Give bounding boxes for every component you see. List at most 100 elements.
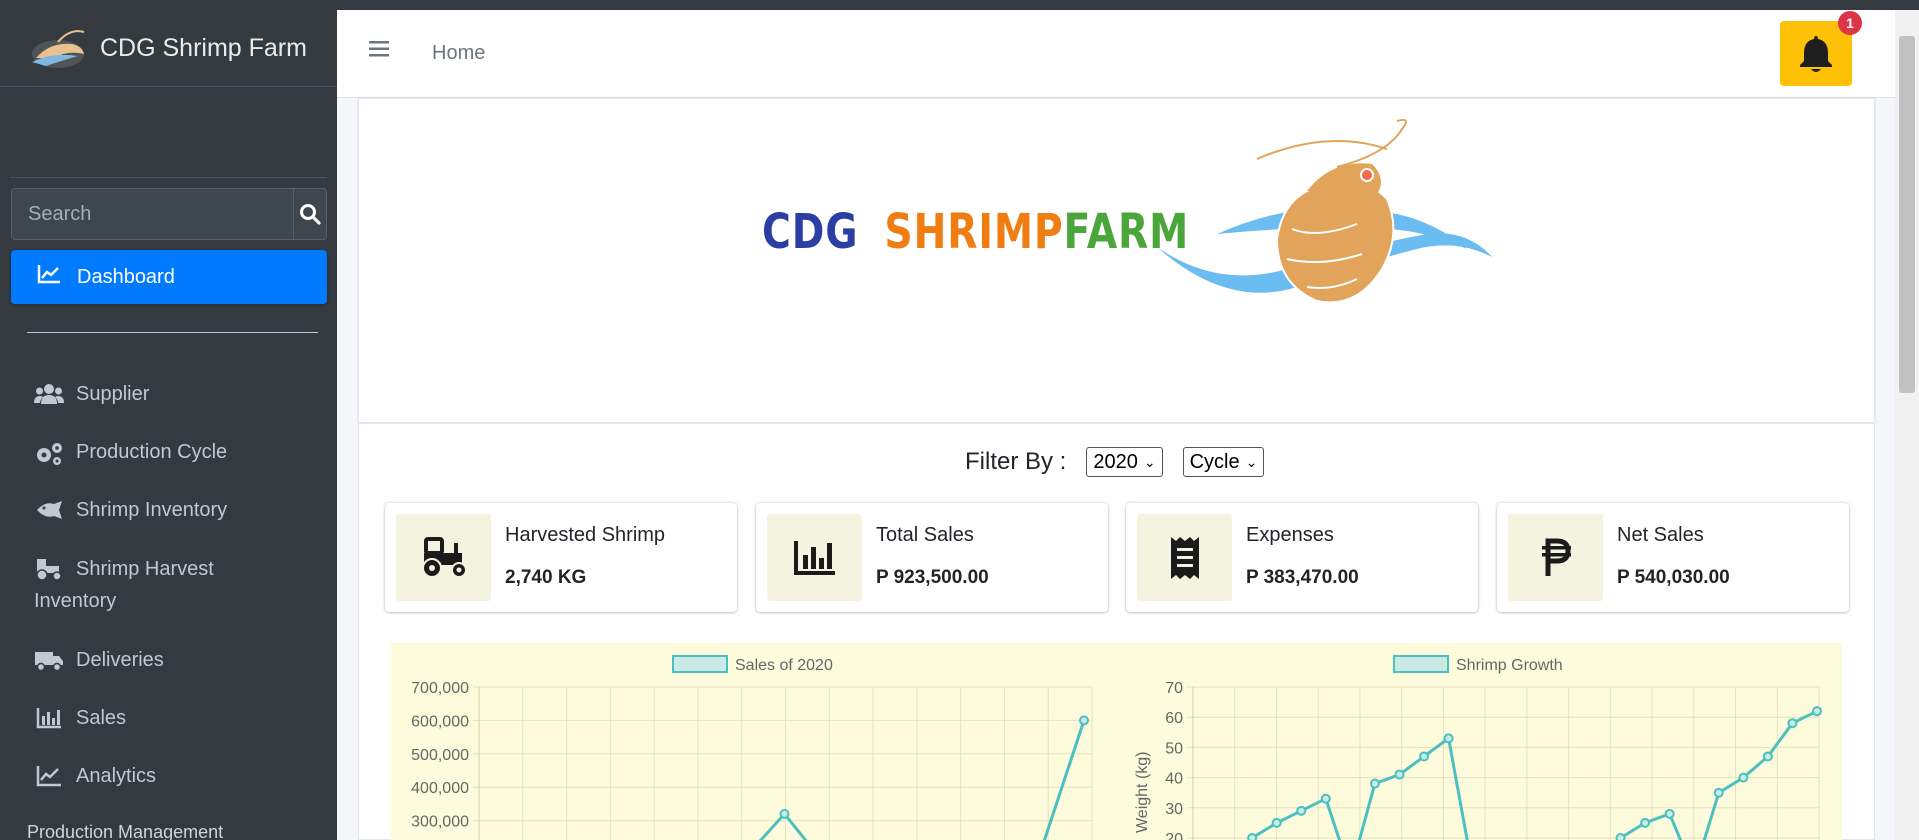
sidebar-item-sales[interactable]: Sales <box>34 707 126 730</box>
data-point <box>1296 805 1307 816</box>
y-tick-label: 300,000 <box>411 814 469 831</box>
home-link[interactable]: Home <box>432 42 485 65</box>
sidebar-item-label: Analytics <box>76 765 157 787</box>
data-point <box>1787 718 1798 729</box>
notification-badge: 1 <box>1838 11 1862 35</box>
page-scrollbar[interactable] <box>1895 10 1919 840</box>
sidebar-divider <box>27 332 318 333</box>
brand[interactable]: CDG Shrimp Farm <box>0 10 337 87</box>
year-select[interactable]: 2020 ⌄ <box>1086 447 1163 477</box>
users-icon <box>34 383 64 405</box>
stat-label: Expenses <box>1246 524 1334 546</box>
sidebar-item-dashboard[interactable]: Dashboard <box>11 250 327 304</box>
legend-label: Shrimp Growth <box>1456 657 1563 674</box>
receipt-icon <box>1137 514 1232 601</box>
window-top-bar <box>0 0 1919 10</box>
banner-title: CDG SHRIMPFARM <box>762 204 1189 260</box>
sidebar-item-label: Supplier <box>76 383 150 405</box>
stat-value: P 383,470.00 <box>1246 567 1359 588</box>
y-tick-label: 50 <box>1165 740 1183 757</box>
chevron-down-icon: ⌄ <box>1143 453 1156 470</box>
data-point <box>1615 833 1626 840</box>
year-select-value: 2020 <box>1093 450 1138 473</box>
data-point <box>1320 793 1331 804</box>
sidebar-item-label: Shrimp Harvest Inventory <box>34 558 214 612</box>
data-point <box>1738 772 1749 783</box>
y-tick-label: 400,000 <box>411 780 469 797</box>
data-point <box>1812 706 1822 717</box>
data-point <box>1762 751 1773 762</box>
y-tick-label: 30 <box>1165 801 1183 818</box>
sidebar-item-analytics[interactable]: Analytics <box>34 765 156 788</box>
peso-icon <box>1508 514 1603 601</box>
data-point <box>1079 715 1089 726</box>
data-point <box>1394 769 1405 780</box>
sidebar-item-production-cycle[interactable]: Production Cycle <box>34 441 227 467</box>
menu-icon <box>369 41 389 57</box>
truck-icon <box>34 649 64 671</box>
chart-line-icon <box>37 264 61 290</box>
data-point <box>779 808 790 819</box>
sidebar-item-shrimp-inventory[interactable]: Shrimp Inventory <box>34 499 227 522</box>
search-button[interactable] <box>293 189 326 239</box>
sidebar-item-supplier[interactable]: Supplier <box>34 383 149 406</box>
hamburger-menu-button[interactable] <box>369 40 389 63</box>
chart-line-icon <box>34 765 64 787</box>
series-line <box>758 719 1086 840</box>
data-point <box>1713 787 1724 798</box>
bar-chart-icon <box>34 707 64 729</box>
y-tick-label: 60 <box>1165 710 1183 727</box>
gears-icon <box>34 441 64 467</box>
bar-chart-icon <box>767 514 862 601</box>
banner-word-cdg: CDG <box>762 204 859 260</box>
stat-label: Harvested Shrimp <box>505 524 666 546</box>
shrimp-logo-icon <box>32 30 85 68</box>
data-point <box>1443 733 1454 744</box>
bell-icon <box>1800 35 1832 72</box>
y-tick-label: 700,000 <box>411 680 469 697</box>
charts-panel: Sales of 2020 700,000 600,000 500,000 400,00… <box>391 643 1842 840</box>
data-point <box>1664 808 1675 819</box>
shrimp-illustration <box>1157 119 1492 304</box>
mode-select-value: Cycle <box>1189 450 1240 473</box>
data-point <box>1247 833 1258 840</box>
sidebar-item-label: Sales <box>76 707 127 729</box>
stat-value: 2,740 KG <box>505 567 587 588</box>
sidebar-item-label: Shrimp Inventory <box>76 499 228 521</box>
stat-label: Net Sales <box>1617 524 1704 546</box>
sidebar-item-label: Production Cycle <box>76 441 228 463</box>
filter-bar: Filter By : 2020 ⌄ Cycle ⌄ <box>965 447 1284 477</box>
legend-swatch <box>672 655 728 673</box>
y-tick-label: 70 <box>1165 680 1183 697</box>
sidebar-item-deliveries[interactable]: Deliveries <box>34 649 164 672</box>
scrollbar-thumb[interactable] <box>1899 36 1915 393</box>
charts-svg: Sales of 2020 700,000 600,000 500,000 400,00… <box>411 655 1822 840</box>
legend-label: Sales of 2020 <box>735 657 833 674</box>
sidebar-item-label: Deliveries <box>76 649 164 671</box>
stat-value: P 923,500.00 <box>876 567 989 588</box>
series-line <box>1248 709 1818 840</box>
legend-swatch <box>1393 655 1449 673</box>
stat-harvested-shrimp: Harvested Shrimp 2,740 KG <box>385 503 737 612</box>
data-point <box>1369 778 1380 789</box>
y-axis-label: Weight (kg) <box>1134 751 1151 833</box>
y-tick-label: 20 <box>1165 831 1183 840</box>
search-input[interactable] <box>12 189 293 239</box>
user-panel <box>10 87 327 178</box>
filter-label: Filter By : <box>965 448 1067 475</box>
y-tick-label: 600,000 <box>411 713 469 730</box>
data-point <box>1419 751 1430 762</box>
stat-expenses: Expenses P 383,470.00 <box>1126 503 1478 612</box>
mode-select[interactable]: Cycle ⌄ <box>1182 447 1265 477</box>
banner-word-shrimp: SHRIMP <box>884 204 1064 260</box>
data-point <box>1640 817 1651 828</box>
tractor-icon <box>396 514 491 601</box>
y-tick-label: 500,000 <box>411 747 469 764</box>
stat-total-sales: Total Sales P 923,500.00 <box>756 503 1108 612</box>
banner-card: CDG SHRIMPFARM <box>358 98 1875 423</box>
y-tick-label: 40 <box>1165 771 1183 788</box>
sidebar-item-shrimp-harvest-inventory[interactable]: Shrimp Harvest Inventory <box>34 553 294 617</box>
chevron-down-icon: ⌄ <box>1245 453 1258 470</box>
brand-name: CDG Shrimp Farm <box>100 33 307 62</box>
top-navbar: Home 1 <box>337 10 1895 98</box>
